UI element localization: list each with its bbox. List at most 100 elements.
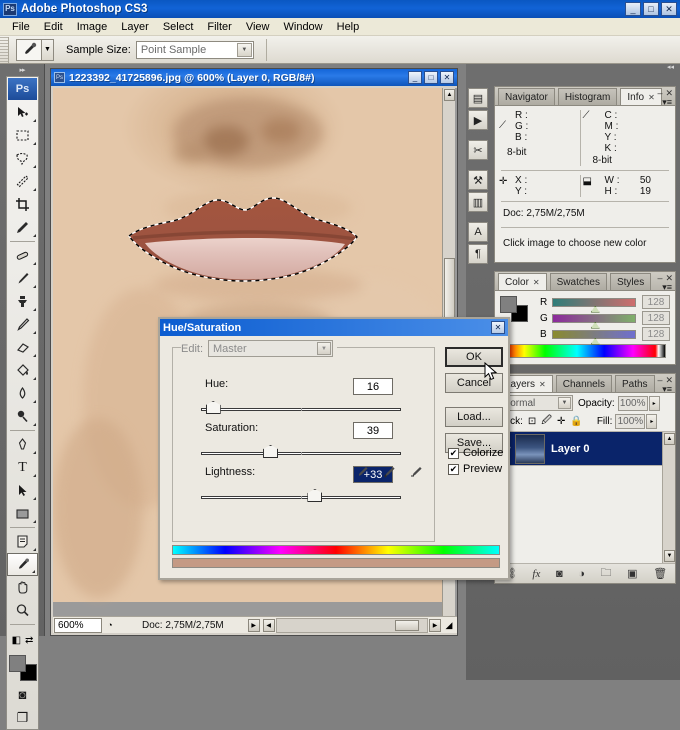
hue-slider-thumb[interactable] — [205, 401, 221, 414]
layers-scrollbar[interactable]: ▲ ▼ — [662, 432, 675, 563]
screen-mode-icon[interactable]: ❐ — [7, 706, 38, 729]
notes-tool[interactable] — [7, 530, 38, 553]
pen-tool[interactable] — [7, 433, 38, 456]
lightness-slider-track[interactable] — [201, 489, 401, 502]
scroll-down-button[interactable]: ▼ — [664, 550, 675, 562]
tab-styles[interactable]: Styles — [609, 273, 652, 290]
load-button[interactable]: Load... — [445, 407, 503, 427]
status-preview-icon[interactable]: ◔ — [102, 618, 118, 633]
table-row[interactable]: 👁 Layer 0 — [495, 432, 675, 466]
magic-wand-tool[interactable] — [7, 170, 38, 193]
lightness-slider-thumb[interactable] — [307, 489, 323, 502]
foreground-color-swatch[interactable] — [500, 296, 517, 313]
color-spectrum-ramp[interactable] — [504, 344, 666, 358]
layer-style-icon[interactable]: fx — [532, 568, 540, 580]
dock-expand-button[interactable]: ◂◂ — [667, 63, 674, 71]
type-tool[interactable]: T — [7, 456, 38, 479]
chevron-down-icon[interactable]: ▼ — [317, 342, 332, 355]
menu-item-layer[interactable]: Layer — [114, 19, 156, 35]
marquee-tool[interactable] — [7, 124, 38, 147]
chevron-down-icon[interactable]: ▼ — [236, 42, 252, 57]
colorize-checkbox[interactable]: ✔ Colorize — [448, 447, 503, 459]
blue-channel-slider[interactable] — [552, 329, 636, 345]
dialog-close-button[interactable]: ✕ — [491, 321, 505, 334]
dodge-tool[interactable] — [7, 405, 38, 428]
menu-item-edit[interactable]: Edit — [37, 19, 70, 35]
rectangle-tool[interactable] — [7, 502, 38, 525]
opacity-input[interactable]: 100% — [617, 395, 648, 411]
red-channel-slider[interactable] — [552, 297, 636, 313]
image-lock-icon[interactable]: 🖉 — [541, 413, 552, 430]
new-layer-icon[interactable]: ▣ — [627, 567, 637, 580]
blur-tool[interactable] — [7, 382, 38, 405]
history-brush-tool[interactable] — [7, 313, 38, 336]
tab-navigator[interactable]: Navigator — [498, 88, 555, 105]
crop-tool[interactable] — [7, 193, 38, 216]
menu-item-file[interactable]: File — [5, 19, 37, 35]
eraser-tool[interactable] — [7, 336, 38, 359]
options-bar-grip[interactable] — [0, 36, 9, 63]
maximize-button[interactable]: □ — [643, 2, 659, 16]
canvas-horizontal-scrollbar[interactable] — [275, 617, 428, 633]
tool-presets-icon[interactable]: ✂ — [468, 140, 488, 160]
scroll-up-button[interactable]: ▲ — [664, 433, 675, 445]
zoom-tool[interactable] — [7, 599, 38, 622]
all-lock-icon[interactable]: 🔒 — [570, 416, 582, 427]
panel-menu-icon[interactable]: ▾≡ — [662, 97, 672, 108]
layer-comps-icon[interactable]: ▥ — [468, 192, 488, 212]
clone-source-icon[interactable]: ⚒ — [468, 170, 488, 190]
slice-tool[interactable] — [7, 216, 38, 239]
layer-name[interactable]: Layer 0 — [551, 443, 590, 455]
default-colors-icon[interactable]: ◧ — [12, 635, 21, 646]
tab-histogram[interactable]: Histogram — [557, 88, 618, 105]
close-icon[interactable]: ✕ — [648, 93, 655, 102]
hue-input[interactable]: 16 — [353, 378, 393, 395]
red-channel-value[interactable]: 128 — [642, 295, 670, 309]
close-button[interactable]: ✕ — [661, 2, 677, 16]
scroll-right-button[interactable]: ▶ — [429, 618, 441, 632]
menu-item-select[interactable]: Select — [156, 19, 201, 35]
fill-stepper[interactable]: ▸ — [646, 413, 658, 429]
green-channel-value[interactable]: 128 — [642, 311, 670, 325]
menu-item-help[interactable]: Help — [330, 19, 367, 35]
lasso-tool[interactable] — [7, 147, 38, 170]
document-close-button[interactable]: ✕ — [440, 71, 454, 84]
blue-channel-value[interactable]: 128 — [642, 327, 670, 341]
eyedropper-add-icon[interactable] — [383, 465, 396, 482]
saturation-slider-track[interactable] — [201, 445, 401, 458]
tab-info[interactable]: Info ✕ — [620, 88, 662, 105]
chevron-down-icon[interactable]: ▼ — [558, 397, 571, 409]
hue-slider-track[interactable] — [201, 401, 401, 414]
quick-mask-icon[interactable]: ◙ — [7, 683, 38, 706]
position-lock-icon[interactable]: ✛ — [557, 416, 565, 427]
status-popup-arrow[interactable]: ▶ — [247, 618, 260, 632]
close-icon[interactable]: ✕ — [539, 380, 546, 389]
close-icon[interactable]: ✕ — [533, 278, 540, 287]
resize-grip-icon[interactable]: ◢ — [441, 618, 457, 633]
edit-channel-select[interactable]: Master ▼ — [208, 340, 334, 357]
new-group-icon[interactable]: 🗀 — [601, 564, 612, 583]
layer-thumbnail[interactable] — [515, 433, 545, 464]
panel-menu-icon[interactable]: ▾≡ — [662, 384, 672, 395]
brush-tool[interactable] — [7, 267, 38, 290]
document-minimize-button[interactable]: _ — [408, 71, 422, 84]
tab-channels[interactable]: Channels — [555, 375, 612, 392]
green-channel-slider[interactable] — [552, 313, 636, 329]
scroll-up-button[interactable]: ▲ — [444, 89, 455, 101]
green-slider-thumb[interactable] — [590, 321, 600, 329]
zoom-level-input[interactable]: 600% — [54, 617, 102, 633]
vertical-scroll-thumb[interactable] — [444, 258, 455, 318]
transparency-lock-icon[interactable]: ⊡ — [528, 416, 536, 427]
document-title-bar[interactable]: Ps 1223392_41725896.jpg @ 600% (Layer 0,… — [51, 69, 457, 86]
adjustment-layer-icon[interactable]: ◑ — [578, 568, 585, 580]
dialog-title-bar[interactable]: Hue/Saturation ✕ — [160, 319, 508, 336]
blend-mode-select[interactable]: Normal ▼ — [499, 395, 573, 411]
scroll-left-button[interactable]: ◀ — [262, 618, 275, 632]
eyedropper-icon[interactable] — [16, 38, 42, 61]
eyedropper-tool[interactable] — [7, 553, 38, 576]
sample-size-select[interactable]: Point Sample ▼ — [135, 40, 254, 59]
fill-input[interactable]: 100% — [615, 413, 646, 429]
swap-colors-icon[interactable]: ⇄ — [25, 635, 33, 646]
preview-checkbox-box[interactable]: ✔ — [448, 463, 459, 475]
menu-item-window[interactable]: Window — [277, 19, 330, 35]
